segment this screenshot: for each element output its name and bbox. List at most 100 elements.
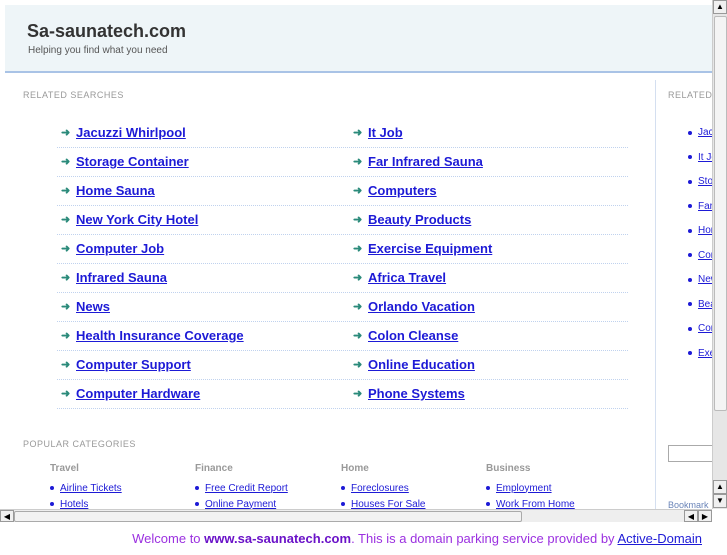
category-column: Travel Airline Tickets Hotels — [50, 463, 122, 509]
bullet-icon — [688, 155, 692, 159]
sidebar-search-input[interactable] — [668, 445, 712, 462]
related-search-item[interactable]: ➜ News — [61, 299, 110, 314]
related-search-item[interactable]: ➜ Home Sauna — [61, 183, 155, 198]
category-link[interactable]: Employment — [496, 483, 552, 494]
horizontal-scrollbar[interactable]: ◀ ◀ ▶ — [0, 509, 712, 522]
related-search-link[interactable]: Orlando Vacation — [368, 299, 475, 314]
category-link[interactable]: Work From Home — [496, 499, 575, 510]
sidebar-related-item[interactable]: Jacuzzi Whirlpool — [688, 127, 712, 138]
sidebar-related-link[interactable]: Exercise Equipment — [698, 348, 712, 359]
related-search-item[interactable]: ➜ Health Insurance Coverage — [61, 328, 244, 343]
scroll-right-icon[interactable]: ▶ — [698, 510, 712, 522]
category-link[interactable]: Foreclosures — [351, 483, 409, 494]
sidebar-related-link[interactable]: Computers — [698, 250, 712, 261]
bullet-icon — [195, 502, 199, 506]
sidebar-related-link[interactable]: Home Sauna — [698, 225, 712, 236]
related-search-link[interactable]: Online Education — [368, 357, 475, 372]
related-search-link[interactable]: Africa Travel — [368, 270, 446, 285]
sidebar-related-item[interactable]: Storage Container — [688, 176, 712, 187]
sidebar-related-item[interactable]: Computers — [688, 250, 712, 261]
footer-domain: www.sa-saunatech.com — [204, 531, 352, 546]
arrow-right-icon: ➜ — [61, 388, 71, 400]
sidebar-related-link[interactable]: New York City Hotel — [698, 274, 712, 285]
category-item[interactable]: Work From Home — [486, 496, 575, 509]
related-search-item[interactable]: ➜ Phone Systems — [353, 386, 465, 401]
category-link[interactable]: Free Credit Report — [205, 483, 288, 494]
category-link[interactable]: Online Payment — [205, 499, 276, 510]
scroll-up-icon[interactable]: ▲ — [713, 480, 727, 494]
related-search-link[interactable]: Colon Cleanse — [368, 328, 458, 343]
scroll-left-icon[interactable]: ◀ — [0, 510, 14, 522]
sidebar-related-item[interactable]: Computer Job — [688, 323, 712, 334]
related-search-link[interactable]: Computers — [368, 183, 437, 198]
related-row-divider — [57, 293, 628, 322]
related-search-item[interactable]: ➜ Jacuzzi Whirlpool — [61, 125, 186, 140]
related-search-item[interactable]: ➜ Online Education — [353, 357, 475, 372]
sidebar-related-link[interactable]: Computer Job — [698, 323, 712, 334]
arrow-right-icon: ➜ — [61, 185, 71, 197]
bullet-icon — [688, 130, 692, 135]
related-search-item[interactable]: ➜ Beauty Products — [353, 212, 471, 227]
sidebar-related-item[interactable]: Exercise Equipment — [688, 348, 712, 359]
sidebar-related-item[interactable]: Home Sauna — [688, 225, 712, 236]
related-search-link[interactable]: Home Sauna — [76, 183, 155, 198]
related-search-link[interactable]: Jacuzzi Whirlpool — [76, 125, 186, 140]
related-search-link[interactable]: Health Insurance Coverage — [76, 328, 244, 343]
related-search-link[interactable]: Phone Systems — [368, 386, 465, 401]
category-item[interactable]: Houses For Sale — [341, 496, 425, 509]
related-search-item[interactable]: ➜ Exercise Equipment — [353, 241, 492, 256]
scroll-left-icon[interactable]: ◀ — [684, 510, 698, 522]
related-search-item[interactable]: ➜ Infrared Sauna — [61, 270, 167, 285]
category-item[interactable]: Free Credit Report — [195, 480, 288, 496]
category-item[interactable]: Airline Tickets — [50, 480, 122, 496]
category-item[interactable]: Online Payment — [195, 496, 288, 509]
scroll-up-icon[interactable]: ▲ — [713, 0, 727, 14]
sidebar-related-link[interactable]: It Job — [698, 152, 712, 163]
sidebar-related-item[interactable]: It Job — [688, 152, 712, 163]
related-search-link[interactable]: Exercise Equipment — [368, 241, 492, 256]
horizontal-scroll-thumb[interactable] — [14, 511, 522, 522]
category-link[interactable]: Hotels — [60, 499, 88, 510]
bullet-icon — [688, 179, 692, 184]
sidebar-related-link[interactable]: Beauty Products — [698, 299, 712, 310]
related-search-item[interactable]: ➜ Far Infrared Sauna — [353, 154, 483, 169]
related-search-item[interactable]: ➜ Computers — [353, 183, 437, 198]
sidebar-related-item[interactable]: New York City Hotel — [688, 274, 712, 285]
bookmark-link[interactable]: Bookmark — [668, 500, 709, 509]
related-search-link[interactable]: New York City Hotel — [76, 212, 198, 227]
related-search-link[interactable]: Computer Job — [76, 241, 164, 256]
scroll-down-icon[interactable]: ▼ — [713, 494, 727, 508]
category-link[interactable]: Houses For Sale — [351, 499, 425, 510]
active-domain-link[interactable]: Active-Domain — [617, 531, 702, 546]
related-search-item[interactable]: ➜ Orlando Vacation — [353, 299, 475, 314]
category-heading: Finance — [195, 463, 233, 474]
vertical-scrollbar[interactable]: ▲ ▲ ▼ — [712, 0, 727, 509]
related-search-link[interactable]: Storage Container — [76, 154, 189, 169]
sidebar-related-link[interactable]: Far Infrared Sauna — [698, 201, 712, 212]
related-search-link[interactable]: Far Infrared Sauna — [368, 154, 483, 169]
sidebar-related-item[interactable]: Far Infrared Sauna — [688, 201, 712, 212]
related-search-item[interactable]: ➜ Computer Job — [61, 241, 164, 256]
category-item[interactable]: Employment — [486, 480, 575, 496]
related-search-item[interactable]: ➜ New York City Hotel — [61, 212, 198, 227]
related-search-link[interactable]: Computer Support — [76, 357, 191, 372]
category-link[interactable]: Airline Tickets — [60, 483, 122, 494]
related-search-link[interactable]: Beauty Products — [368, 212, 471, 227]
category-item[interactable]: Foreclosures — [341, 480, 425, 496]
related-search-item[interactable]: ➜ Africa Travel — [353, 270, 446, 285]
category-item[interactable]: Hotels — [50, 496, 122, 509]
related-search-link[interactable]: It Job — [368, 125, 403, 140]
related-search-link[interactable]: News — [76, 299, 110, 314]
vertical-scroll-thumb[interactable] — [714, 16, 727, 411]
related-search-item[interactable]: ➜ Computer Support — [61, 357, 191, 372]
sidebar-related-link[interactable]: Storage Container — [698, 176, 712, 187]
related-search-link[interactable]: Infrared Sauna — [76, 270, 167, 285]
footer-text: Welcome to — [132, 531, 205, 546]
sidebar-related-link[interactable]: Jacuzzi Whirlpool — [698, 127, 712, 138]
related-search-item[interactable]: ➜ Storage Container — [61, 154, 189, 169]
related-search-item[interactable]: ➜ Computer Hardware — [61, 386, 200, 401]
related-search-link[interactable]: Computer Hardware — [76, 386, 200, 401]
related-search-item[interactable]: ➜ Colon Cleanse — [353, 328, 458, 343]
sidebar-related-item[interactable]: Beauty Products — [688, 299, 712, 310]
related-search-item[interactable]: ➜ It Job — [353, 125, 403, 140]
